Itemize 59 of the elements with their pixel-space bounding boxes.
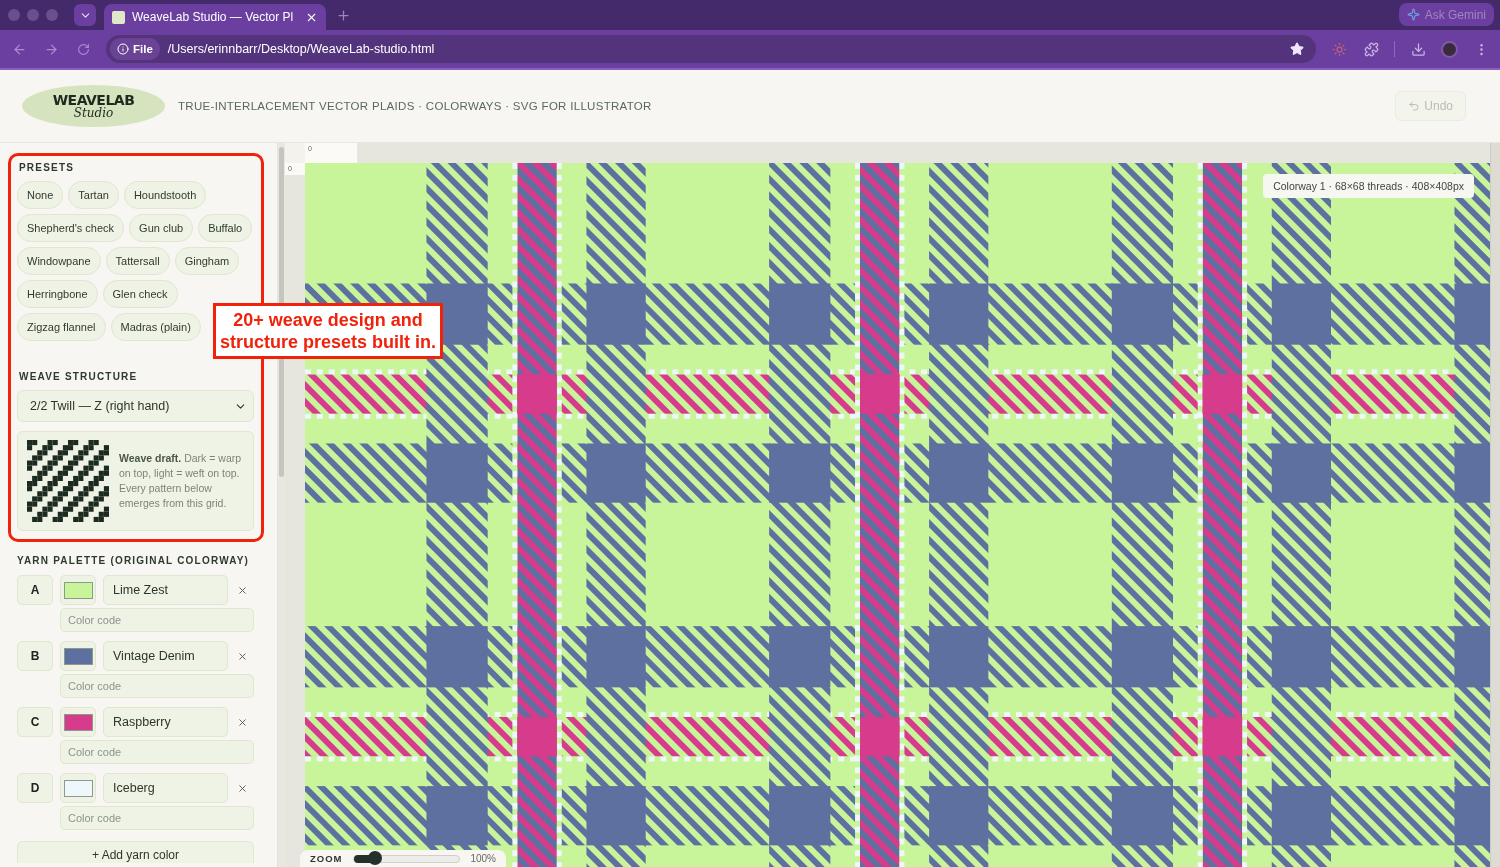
color-code-field[interactable]: Color code	[60, 608, 254, 632]
site-info-chip[interactable]: File	[110, 38, 160, 60]
yarn-letter: A	[17, 575, 53, 605]
preset-chip[interactable]: Gingham	[174, 247, 240, 275]
address-bar[interactable]: File /Users/erinnbarr/Desktop/WeaveLab-studio.html	[106, 35, 1316, 63]
preset-chip[interactable]: Tattersall	[105, 247, 170, 275]
preset-chip[interactable]: Zigzag flannel	[17, 313, 106, 341]
download-icon[interactable]	[1409, 40, 1427, 58]
preset-chip[interactable]: Houndstooth	[123, 181, 207, 209]
color-picker[interactable]	[60, 773, 96, 803]
zoom-slider[interactable]	[352, 854, 461, 863]
browser-tab[interactable]: WeaveLab Studio — Vector Pl	[104, 4, 326, 30]
puzzle-icon[interactable]	[1362, 40, 1380, 58]
color-picker[interactable]	[60, 575, 96, 605]
yarn-letter: D	[17, 773, 53, 803]
color-code-field[interactable]: Color code	[60, 674, 254, 698]
zoom-label: ZOOM	[310, 853, 343, 864]
color-picker[interactable]	[60, 707, 96, 737]
section-heading: WEAVE STRUCTURE	[19, 371, 139, 382]
yarn-name-field[interactable]: Lime Zest	[103, 575, 228, 605]
canvas-info: Colorway 1 · 68×68 threads · 408×408px	[1263, 174, 1474, 198]
color-picker[interactable]	[60, 641, 96, 671]
preset-chip[interactable]: Gun club	[129, 214, 194, 242]
zoom-reading: 100%	[470, 853, 496, 864]
tagline: TRUE-INTERLACEMENT VECTOR PLAIDS · COLORWAYS · SVG FOR ILLUSTRATOR	[178, 100, 653, 112]
preset-chip[interactable]: Madras (plain)	[110, 313, 201, 341]
preset-chip[interactable]: Buffalo	[198, 214, 253, 242]
yarn-name-field[interactable]: Raspberry	[103, 707, 228, 737]
tab-list-button[interactable]	[74, 4, 96, 26]
annotation-callout: 20+ weave design and structure presets built in.	[213, 303, 444, 359]
color-code-field[interactable]: Color code	[60, 806, 254, 830]
slider-thumb[interactable]	[367, 850, 382, 865]
star-icon[interactable]	[1288, 40, 1306, 58]
preset-chip[interactable]: None	[17, 181, 64, 209]
favicon-icon	[112, 10, 125, 24]
weave-structure-select[interactable]: 2/2 Twill — Z (right hand)	[17, 390, 254, 422]
logo: WEAVELAB Studio	[22, 85, 165, 127]
profile-avatar[interactable]	[1441, 40, 1458, 58]
draft-description: Weave draft. Dark = warp on top, light = weft on top. Every pattern below emerges from this grid.	[119, 451, 243, 511]
undo-icon	[1408, 100, 1421, 112]
preset-chip[interactable]: Herringbone	[17, 280, 98, 308]
preset-chip[interactable]: Glen check	[102, 280, 178, 308]
ruler-corner	[285, 143, 305, 163]
yarn-name-field[interactable]: Vintage Denim	[103, 641, 228, 671]
color-code-field[interactable]: Color code	[60, 740, 254, 764]
section-heading: PRESETS	[19, 162, 76, 173]
sparkle-icon	[1406, 8, 1420, 21]
preset-chip[interactable]: Windowpane	[17, 247, 101, 275]
yarn-letter: C	[17, 707, 53, 737]
preset-chip[interactable]: Tartan	[68, 181, 119, 209]
yarn-letter: B	[17, 641, 53, 671]
info-icon	[117, 43, 129, 55]
scrollbar-track[interactable]	[1490, 143, 1500, 867]
preset-chip[interactable]: Shepherd's check	[17, 214, 125, 242]
section-heading: YARN PALETTE (ORIGINAL COLORWAY)	[17, 555, 251, 566]
yarn-name-field[interactable]: Iceberg	[103, 773, 228, 803]
add-yarn-button[interactable]: + Add yarn color	[17, 841, 254, 863]
tab-title: WeaveLab Studio — Vector Pl	[132, 10, 295, 24]
url-text: /Users/erinnbarr/Desktop/WeaveLab-studio.html	[167, 42, 436, 56]
